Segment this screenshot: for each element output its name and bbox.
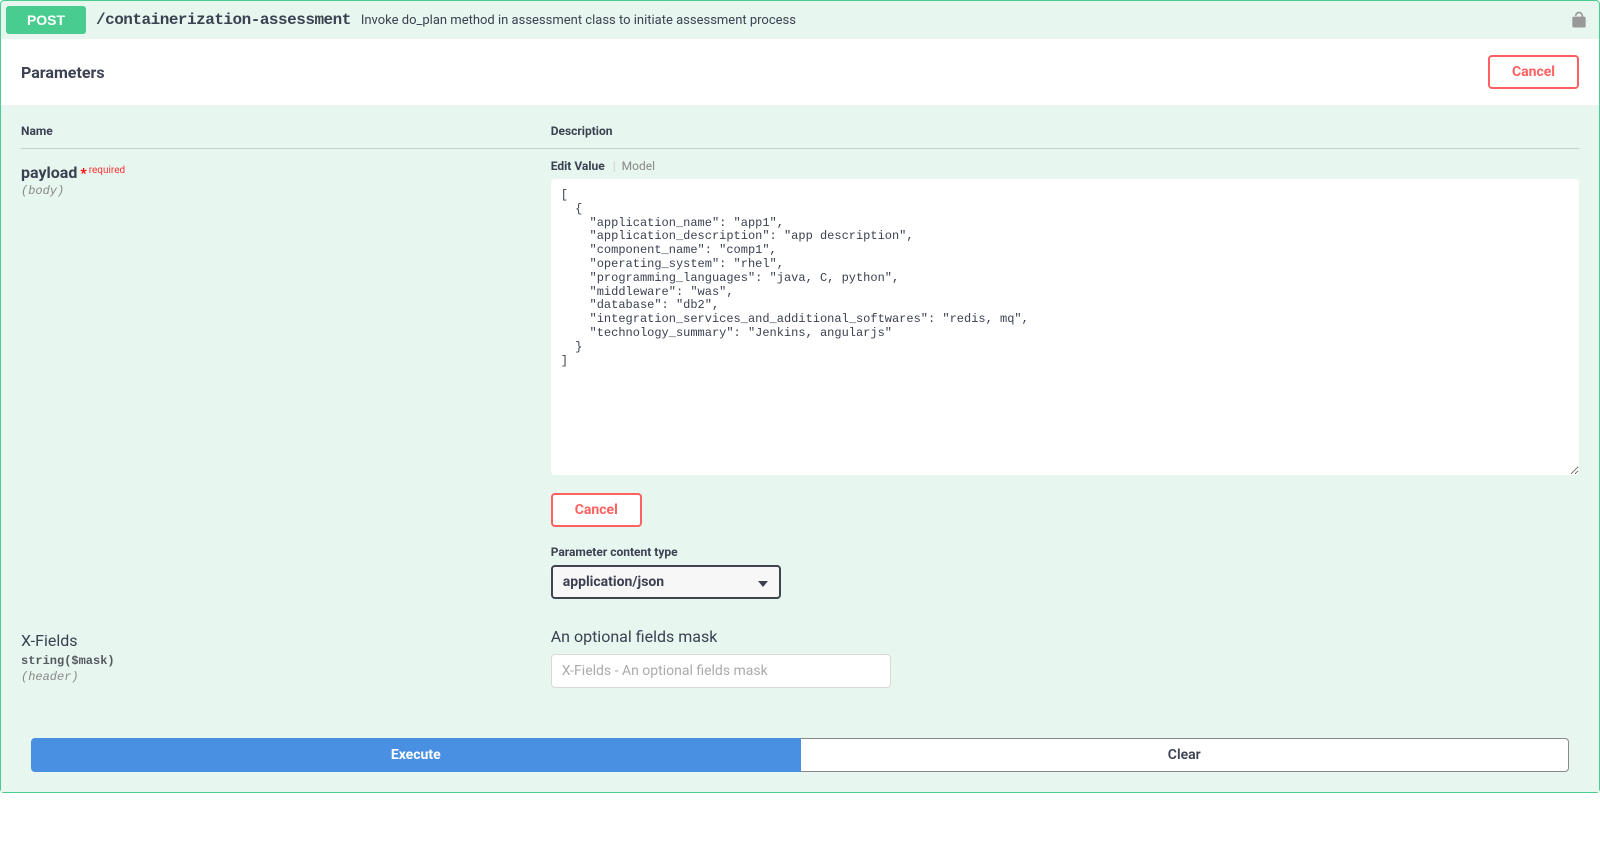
column-description: Description xyxy=(551,124,1579,138)
param-name-xfields: X-Fields xyxy=(21,631,531,650)
lock-open-icon[interactable] xyxy=(1569,10,1589,30)
param-name-payload: payload xyxy=(21,163,77,182)
try-it-cancel-button[interactable]: Cancel xyxy=(1488,55,1579,89)
cancel-button[interactable]: Cancel xyxy=(551,493,642,527)
operation-path: /containerization-assessment xyxy=(96,11,351,29)
content-type-label: Parameter content type xyxy=(551,545,1579,559)
column-name: Name xyxy=(21,124,551,138)
content-type-select[interactable]: application/json xyxy=(551,565,781,599)
value-model-tabs: Edit Value | Model xyxy=(551,159,1579,173)
parameters-title: Parameters xyxy=(21,63,105,82)
tab-edit-value[interactable]: Edit Value xyxy=(551,159,613,173)
payload-body-textarea[interactable] xyxy=(551,179,1579,475)
method-badge: POST xyxy=(6,6,86,34)
action-row: Execute Clear xyxy=(21,718,1579,772)
param-in-payload: (body) xyxy=(21,184,531,198)
clear-button[interactable]: Clear xyxy=(801,738,1570,772)
parameters-table-header: Name Description xyxy=(21,106,1579,149)
operation-description: Invoke do_plan method in assessment clas… xyxy=(361,13,796,28)
param-type-xfields: string($mask) xyxy=(21,654,531,668)
xfields-input[interactable] xyxy=(551,654,891,688)
parameters-header: Parameters Cancel xyxy=(1,39,1599,106)
xfields-description: An optional fields mask xyxy=(551,627,1579,646)
execute-button[interactable]: Execute xyxy=(31,738,801,772)
tab-divider: | xyxy=(613,159,622,173)
param-in-xfields: (header) xyxy=(21,670,531,684)
required-star-icon: * xyxy=(80,166,86,182)
parameter-row-xfields: X-Fields string($mask) (header) An optio… xyxy=(21,627,1579,688)
operation-summary[interactable]: POST /containerization-assessment Invoke… xyxy=(1,1,1599,39)
parameter-row-payload: payload*required (body) Edit Value | Mod… xyxy=(21,149,1579,599)
tab-model[interactable]: Model xyxy=(622,159,655,173)
required-text: required xyxy=(89,165,125,176)
